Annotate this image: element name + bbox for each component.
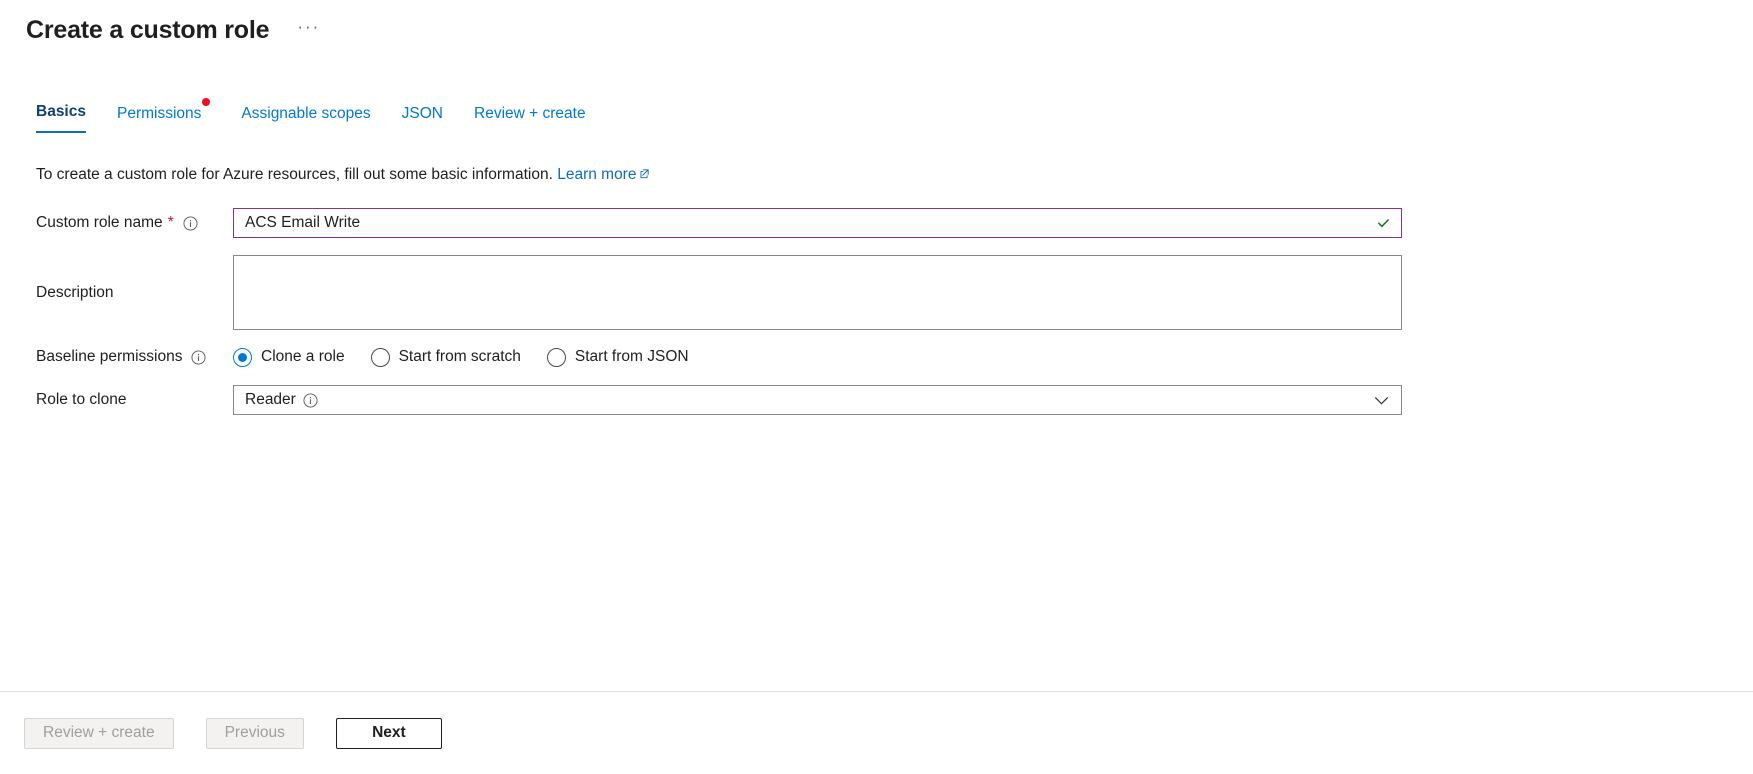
row-description: Description [36,255,1753,330]
info-icon[interactable] [303,392,318,408]
custom-role-name-input[interactable] [233,208,1402,238]
custom-role-name-label: Custom role name * [36,213,233,233]
tab-permissions[interactable]: Permissions [116,98,211,133]
radio-start-from-json-label: Start from JSON [574,348,689,365]
tab-assignable-scopes-label: Assignable scopes [241,105,371,122]
description-textarea[interactable] [233,255,1402,330]
more-options-button[interactable]: ··· [291,16,326,44]
baseline-permissions-radio-group: Clone a role Start from scratch Start fr… [233,347,715,367]
custom-role-name-field-wrap [233,208,1402,238]
required-asterisk: * [167,214,174,231]
tab-basics-label: Basics [36,103,86,120]
page-header: Create a custom role ··· [0,0,1753,46]
review-create-button[interactable]: Review + create [24,717,174,749]
role-to-clone-value: Reader [245,391,296,408]
baseline-permissions-label: Baseline permissions [36,347,233,367]
radio-clone-a-role-label: Clone a role [261,348,345,365]
wizard-footer: Review + create Previous Next [0,691,1753,774]
radio-start-from-json-mark [546,347,566,367]
learn-more-label: Learn more [557,166,637,183]
radio-start-from-json[interactable]: Start from JSON [546,347,689,367]
row-baseline-permissions: Baseline permissions Clone a role Start … [36,347,1753,367]
tab-json[interactable]: JSON [402,104,443,133]
info-icon[interactable] [183,215,198,231]
role-to-clone-select[interactable]: Reader [233,385,1402,415]
radio-start-from-scratch[interactable]: Start from scratch [370,347,521,367]
role-to-clone-value-wrap: Reader [245,391,318,409]
tab-review-create-label: Review + create [474,105,586,122]
baseline-permissions-label-text: Baseline permissions [36,348,183,365]
tab-review-create[interactable]: Review + create [474,104,586,133]
tab-json-label: JSON [401,105,443,122]
learn-more-link[interactable]: Learn more [557,166,650,183]
intro-text: To create a custom role for Azure resour… [36,165,1753,185]
role-to-clone-label: Role to clone [36,390,233,410]
next-button[interactable]: Next [335,717,442,749]
role-to-clone-label-text: Role to clone [36,391,127,408]
radio-clone-a-role[interactable]: Clone a role [233,347,345,367]
basics-form: Custom role name * Description B [0,208,1753,415]
previous-button[interactable]: Previous [205,717,304,749]
radio-start-from-scratch-mark [370,347,390,367]
chevron-down-icon [1374,393,1389,408]
tab-assignable-scopes[interactable]: Assignable scopes [241,104,370,133]
intro-description: To create a custom role for Azure resour… [36,166,553,183]
tab-basics[interactable]: Basics [36,102,86,133]
external-link-icon [639,165,650,179]
description-label: Description [36,255,233,303]
row-custom-role-name: Custom role name * [36,208,1753,238]
wizard-tabs: Basics Permissions Assignable scopes JSO… [0,95,1753,133]
info-icon[interactable] [191,349,206,365]
radio-start-from-scratch-label: Start from scratch [398,348,521,365]
tab-permissions-label: Permissions [116,105,202,122]
custom-role-name-label-text: Custom role name [36,214,163,231]
row-role-to-clone: Role to clone Reader [36,385,1753,415]
description-label-text: Description [36,284,114,301]
radio-clone-a-role-mark [233,347,252,367]
page-title: Create a custom role [26,16,270,44]
tab-permissions-alert-dot [202,98,211,106]
